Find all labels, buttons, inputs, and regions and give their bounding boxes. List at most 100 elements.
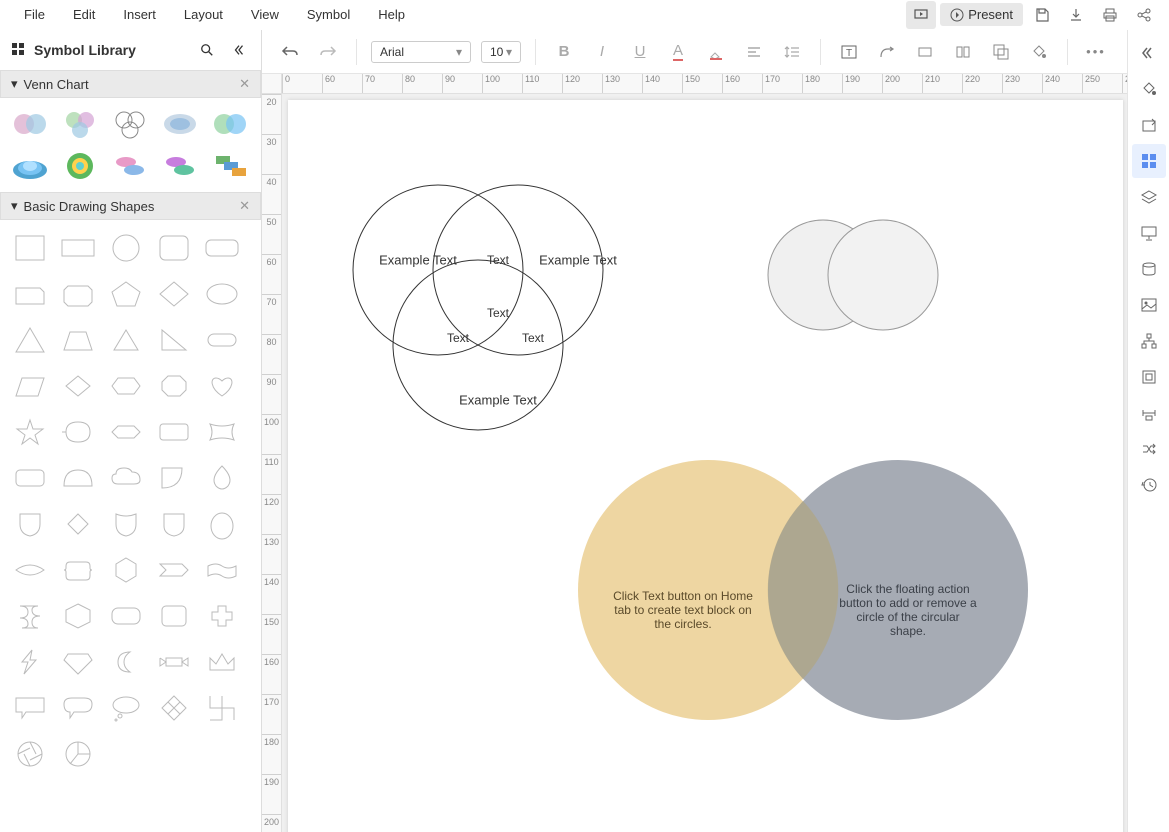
presentation-tool[interactable]: [1132, 216, 1166, 250]
hierarchy-tool[interactable]: [1132, 324, 1166, 358]
shape-lens[interactable]: [8, 550, 52, 590]
venn-thumb-3[interactable]: [108, 106, 152, 142]
venn-label-bc[interactable]: Text: [522, 331, 544, 345]
italic-button[interactable]: I: [588, 38, 616, 66]
venn-label-ab[interactable]: Text: [487, 253, 509, 267]
shape-speech-cloud[interactable]: [104, 688, 148, 728]
menu-symbol[interactable]: Symbol: [293, 1, 364, 28]
shape-cloud[interactable]: [104, 458, 148, 498]
layers-tool[interactable]: [1132, 180, 1166, 214]
menu-view[interactable]: View: [237, 1, 293, 28]
image-tool[interactable]: [1132, 288, 1166, 322]
shapes-section-header[interactable]: ▾ Basic Drawing Shapes ✕: [0, 192, 261, 220]
shape-hexagon-flat[interactable]: [104, 366, 148, 406]
search-library-button[interactable]: [195, 38, 219, 62]
font-color-button[interactable]: A: [664, 38, 692, 66]
fill-button[interactable]: [1025, 38, 1053, 66]
canvas-page[interactable]: Example Text Example Text Example Text T…: [288, 100, 1123, 832]
menu-insert[interactable]: Insert: [109, 1, 170, 28]
shape-lightning[interactable]: [8, 642, 52, 682]
history-tool[interactable]: [1132, 468, 1166, 502]
shape-stadium[interactable]: [200, 320, 244, 360]
venn-label-ac[interactable]: Text: [447, 331, 469, 345]
group-button[interactable]: [987, 38, 1015, 66]
align-button[interactable]: [740, 38, 768, 66]
venn-thumb-6[interactable]: [8, 148, 52, 184]
text-box-button[interactable]: T: [835, 38, 863, 66]
line-style-button[interactable]: [911, 38, 939, 66]
menu-layout[interactable]: Layout: [170, 1, 237, 28]
shape-ribbon[interactable]: [152, 642, 196, 682]
venn-colored-right-text[interactable]: Click the floating action button to add …: [838, 582, 978, 638]
grid-tool[interactable]: [1132, 144, 1166, 178]
shape-pinwheel[interactable]: [200, 688, 244, 728]
shape-wave[interactable]: [8, 596, 52, 636]
shape-triangle2[interactable]: [104, 320, 148, 360]
shape-rectangle[interactable]: [56, 228, 100, 268]
database-tool[interactable]: [1132, 252, 1166, 286]
line-spacing-button[interactable]: [778, 38, 806, 66]
venn-thumb-5[interactable]: [208, 106, 252, 142]
venn-thumb-7[interactable]: [58, 148, 102, 184]
menu-help[interactable]: Help: [364, 1, 419, 28]
shape-shield2[interactable]: [104, 504, 148, 544]
shape-snip-rect[interactable]: [8, 274, 52, 314]
shape-speech-rect[interactable]: [8, 688, 52, 728]
shape-four-diamond[interactable]: [152, 688, 196, 728]
shape-hexagon[interactable]: [104, 412, 148, 452]
shape-rhombus[interactable]: [56, 366, 100, 406]
shape-hex-vert2[interactable]: [56, 596, 100, 636]
venn-thumb-9[interactable]: [158, 148, 202, 184]
highlight-button[interactable]: [702, 38, 730, 66]
shape-rounded-rect4[interactable]: [104, 596, 148, 636]
venn-thumb-2[interactable]: [58, 106, 102, 142]
ruler-tool[interactable]: [1132, 396, 1166, 430]
font-size-select[interactable]: 10▾: [481, 41, 521, 63]
bold-button[interactable]: B: [550, 38, 578, 66]
venn-diagram-2-grey[interactable]: [748, 200, 968, 350]
venn-thumb-4[interactable]: [158, 106, 202, 142]
shape-rounded-rect[interactable]: [200, 228, 244, 268]
shape-rounded-square2[interactable]: [152, 596, 196, 636]
shape-quarter-circle[interactable]: [152, 458, 196, 498]
shape-concave-rect[interactable]: [200, 412, 244, 452]
venn-colored-left-text[interactable]: Click Text button on Home tab to create …: [613, 589, 753, 631]
undo-button[interactable]: [276, 38, 304, 66]
shape-teardrop[interactable]: [200, 458, 244, 498]
venn-label-c[interactable]: Example Text: [438, 393, 558, 408]
shape-square[interactable]: [8, 228, 52, 268]
shape-rounded-square[interactable]: [152, 228, 196, 268]
shape-circle[interactable]: [104, 228, 148, 268]
shape-trapezoid[interactable]: [56, 320, 100, 360]
shape-drop-left[interactable]: [56, 412, 100, 452]
venn-label-abc[interactable]: Text: [487, 306, 509, 320]
slideshow-button[interactable]: [906, 1, 936, 29]
shuffle-tool[interactable]: [1132, 432, 1166, 466]
close-venn-section[interactable]: ✕: [239, 76, 250, 92]
venn-thumb-1[interactable]: [8, 106, 52, 142]
shape-gem[interactable]: [56, 642, 100, 682]
underline-button[interactable]: U: [626, 38, 654, 66]
expand-right-panel[interactable]: [1132, 36, 1166, 70]
collapse-library-button[interactable]: [227, 38, 251, 62]
venn-thumb-8[interactable]: [108, 148, 152, 184]
shape-triangle[interactable]: [8, 320, 52, 360]
shape-parallelogram[interactable]: [8, 366, 52, 406]
shape-ellipse[interactable]: [200, 274, 244, 314]
shape-pie[interactable]: [56, 734, 100, 774]
shape-badge[interactable]: [152, 504, 196, 544]
shape-octagon-rect[interactable]: [56, 274, 100, 314]
font-select[interactable]: Arial▾: [371, 41, 471, 63]
shape-crescent[interactable]: [104, 642, 148, 682]
shape-octagon[interactable]: [152, 366, 196, 406]
paint-tool[interactable]: [1132, 72, 1166, 106]
redo-button[interactable]: [314, 38, 342, 66]
more-button[interactable]: •••: [1082, 38, 1110, 66]
shape-heart[interactable]: [200, 366, 244, 406]
export-tool[interactable]: [1132, 108, 1166, 142]
align-objects-button[interactable]: [949, 38, 977, 66]
shape-half-circle[interactable]: [56, 458, 100, 498]
shape-chevron[interactable]: [152, 550, 196, 590]
shape-pentagon[interactable]: [104, 274, 148, 314]
print-button[interactable]: [1095, 1, 1125, 29]
